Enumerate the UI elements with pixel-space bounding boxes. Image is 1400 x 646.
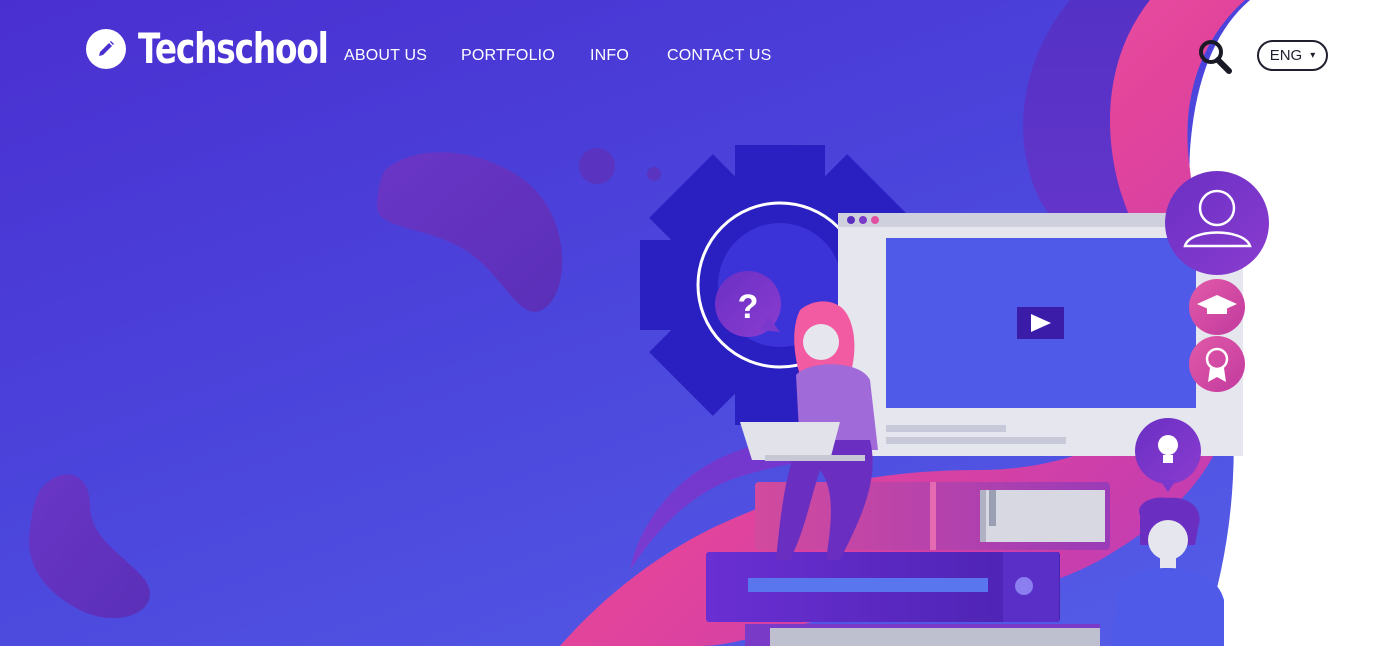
search-icon[interactable] bbox=[1196, 38, 1236, 78]
book-stack bbox=[706, 482, 1110, 646]
question-bubble: ? bbox=[715, 271, 781, 337]
user-icon[interactable] bbox=[1165, 171, 1269, 275]
language-selector[interactable]: ENG ▾ bbox=[1257, 40, 1328, 71]
award-badge-icon[interactable] bbox=[1189, 336, 1245, 392]
site-header: Techschool ABOUT US PORTFOLIO INFO CONTA… bbox=[0, 0, 1400, 110]
decor-blob-left bbox=[29, 474, 150, 619]
brand-logo[interactable]: Techschool bbox=[86, 24, 381, 73]
nav-portfolio[interactable]: PORTFOLIO bbox=[461, 47, 555, 65]
graduation-cap-icon[interactable] bbox=[1189, 279, 1245, 335]
nav-info[interactable]: INFO bbox=[590, 47, 629, 65]
play-icon[interactable] bbox=[1017, 307, 1064, 339]
decor-blob-large bbox=[376, 152, 563, 312]
decor-dot-small bbox=[647, 167, 661, 181]
question-mark: ? bbox=[738, 288, 759, 326]
decor-dot-medium bbox=[579, 148, 615, 184]
nav-contact-us[interactable]: CONTACT US bbox=[667, 47, 772, 65]
brand-name: Techschool bbox=[138, 24, 329, 73]
nav-about-us[interactable]: ABOUT US bbox=[344, 47, 427, 65]
chevron-down-icon: ▾ bbox=[1310, 50, 1316, 61]
language-selected: ENG bbox=[1269, 47, 1303, 64]
pencil-icon bbox=[86, 28, 126, 69]
